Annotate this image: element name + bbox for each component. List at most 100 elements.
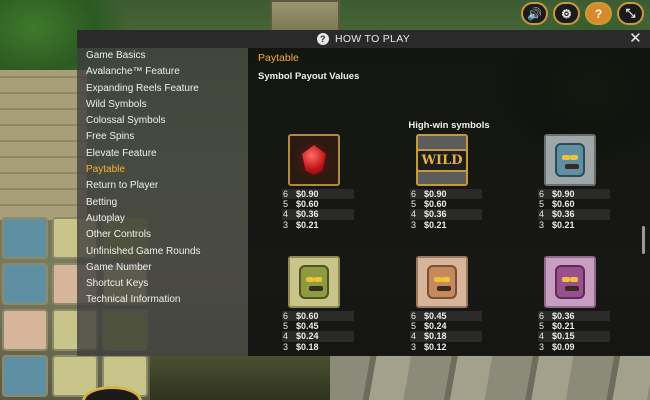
nav-item-technical-information[interactable]: Technical Information	[77, 292, 248, 308]
how-to-play-dialog: ? HOW TO PLAY ✕ Game Basics Avalanche™ Fe…	[77, 30, 650, 356]
nav-item-game-basics[interactable]: Game Basics	[77, 48, 248, 64]
peach-mask-symbol-tile	[416, 256, 468, 308]
payout-row: 6 $0.36	[538, 311, 610, 322]
payout-row: 4 $0.24	[282, 331, 354, 342]
sound-button[interactable]: 🔊	[521, 2, 548, 25]
payout-value: $0.24	[296, 331, 319, 342]
control-bar: 🔊 ⚙ ? ⤡	[521, 2, 644, 25]
payout-value: $0.60	[424, 199, 447, 210]
nav-item-other-controls[interactable]: Other Controls	[77, 227, 248, 243]
payout-value: $0.36	[552, 209, 575, 220]
close-icon[interactable]: ✕	[629, 31, 642, 47]
payout-value: $0.36	[296, 209, 319, 220]
nav-item-paytable[interactable]: Paytable	[77, 162, 248, 178]
payout-table: 6 $0.90 5 $0.60 4 $0.36 3 $0.21	[282, 189, 354, 230]
reel-symbol	[2, 217, 48, 259]
payout-row: 3 $0.09	[538, 342, 610, 352]
symbol-count: 5	[411, 199, 417, 210]
payout-row: 4 $0.15	[538, 331, 610, 342]
payout-value: $0.21	[552, 219, 575, 230]
symbol-count: 6	[539, 189, 545, 199]
collapse-button[interactable]: ⤡	[617, 2, 644, 25]
section-subheading: Symbol Payout Values	[258, 71, 360, 82]
help-button[interactable]: ?	[585, 2, 612, 25]
nav-item-betting[interactable]: Betting	[77, 195, 248, 211]
section-heading: Paytable	[258, 52, 299, 64]
payout-row: 4 $0.18	[410, 331, 482, 342]
payout-row: 3 $0.18	[282, 342, 354, 352]
payout-row: 3 $0.21	[282, 220, 354, 230]
symbol-count: 5	[411, 321, 417, 332]
payout-value: $0.09	[552, 341, 575, 352]
blue-mask-symbol: 6 $0.90 5 $0.60 4 $0.36 3 $0.21	[538, 134, 610, 230]
symbol-count: 6	[283, 189, 289, 199]
payout-row: 6 $0.45	[410, 311, 482, 322]
nav-item-elevate-feature[interactable]: Elevate Feature	[77, 146, 248, 162]
paytable-content: Paytable Symbol Payout Values High-win s…	[248, 48, 650, 356]
nav-item-colossal-symbols[interactable]: Colossal Symbols	[77, 113, 248, 129]
symbol-count: 3	[283, 341, 289, 352]
settings-button[interactable]: ⚙	[553, 2, 580, 25]
payout-value: $0.60	[296, 199, 319, 210]
nav-item-avalanche-feature[interactable]: Avalanche™ Feature	[77, 64, 248, 80]
payout-row: 6 $0.60	[282, 311, 354, 322]
payout-row: 5 $0.21	[538, 321, 610, 331]
nav-item-shortcut-keys[interactable]: Shortcut Keys	[77, 276, 248, 292]
nav-item-expanding-reels-feature[interactable]: Expanding Reels Feature	[77, 81, 248, 97]
payout-value: $0.21	[424, 219, 447, 230]
payout-row: 4 $0.36	[282, 209, 354, 220]
payout-value: $0.18	[296, 341, 319, 352]
payout-row: 6 $0.90	[538, 189, 610, 200]
symbol-count: 6	[283, 311, 289, 321]
payout-row: 5 $0.60	[410, 199, 482, 209]
nav-item-autoplay[interactable]: Autoplay	[77, 211, 248, 227]
wild-label: WILD	[416, 148, 468, 172]
symbol-count: 5	[283, 321, 289, 332]
payout-value: $0.21	[552, 321, 575, 332]
group-title: High-win symbols	[408, 120, 490, 131]
symbol-count: 4	[411, 209, 417, 220]
payout-row: 3 $0.12	[410, 342, 482, 352]
symbol-count: 6	[411, 311, 417, 321]
payout-row: 3 $0.21	[410, 220, 482, 230]
help-navigation: Game Basics Avalanche™ Feature Expanding R…	[77, 48, 248, 356]
payout-value: $0.90	[296, 189, 319, 199]
payout-row: 3 $0.21	[538, 220, 610, 230]
nav-item-free-spins[interactable]: Free Spins	[77, 129, 248, 145]
payout-row: 5 $0.24	[410, 321, 482, 331]
symbol-count: 4	[539, 209, 545, 220]
symbol-count: 3	[539, 341, 545, 352]
green-mask-icon	[299, 265, 329, 299]
symbol-count: 5	[539, 321, 545, 332]
stone-rubble	[330, 355, 650, 400]
payout-value: $0.18	[424, 331, 447, 342]
collapse-icon: ⤡	[625, 6, 636, 20]
payout-row: 4 $0.36	[538, 209, 610, 220]
question-icon: ?	[316, 33, 329, 45]
payout-table: 6 $0.60 5 $0.45 4 $0.24 3 $0.18	[282, 311, 354, 352]
payout-row: 5 $0.60	[282, 199, 354, 209]
stone-totem	[270, 0, 340, 34]
scrollbar-thumb[interactable]	[642, 226, 645, 254]
payout-value: $0.21	[296, 219, 319, 230]
nav-item-wild-symbols[interactable]: Wild Symbols	[77, 97, 248, 113]
help-icon: ?	[594, 6, 603, 21]
nav-item-game-number[interactable]: Game Number	[77, 260, 248, 276]
reel-symbol	[2, 309, 48, 351]
payout-table: 6 $0.45 5 $0.24 4 $0.18 3 $0.12	[410, 311, 482, 352]
payout-value: $0.36	[552, 311, 575, 321]
payout-row: 4 $0.36	[410, 209, 482, 220]
nav-item-return-to-player[interactable]: Return to Player	[77, 178, 248, 194]
payout-value: $0.15	[552, 331, 575, 342]
gear-icon: ⚙	[561, 6, 572, 21]
payout-row: 6 $0.90	[282, 189, 354, 200]
nav-item-unfinished-game-rounds[interactable]: Unfinished Game Rounds	[77, 244, 248, 260]
payout-value: $0.36	[424, 209, 447, 220]
symbol-count: 3	[411, 219, 417, 230]
purple-mask-symbol-tile	[544, 256, 596, 308]
symbol-count: 5	[283, 199, 289, 210]
red-gem-symbol-tile	[288, 134, 340, 186]
payout-row: 6 $0.90	[410, 189, 482, 200]
payout-value: $0.90	[424, 189, 447, 199]
payout-table: 6 $0.90 5 $0.60 4 $0.36 3 $0.21	[538, 189, 610, 230]
